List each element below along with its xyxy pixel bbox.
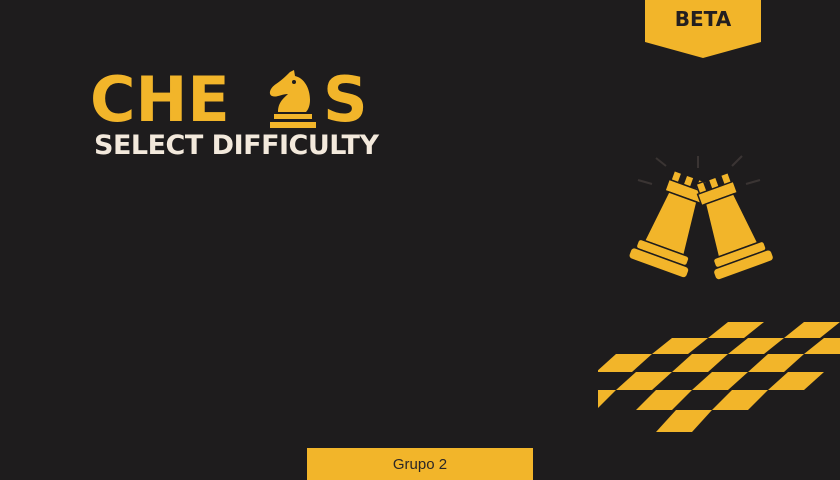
footer-group-tab: Grupo 2: [307, 448, 533, 480]
crossed-rooks-icon: [628, 155, 775, 281]
difficulty-screen: BETA CHE S SELECT DIFFICULTY Grupo 2: [0, 0, 840, 480]
checkerboard-icon: [598, 322, 840, 432]
footer-group-label: Grupo 2: [392, 455, 448, 473]
logo-letters-end: S: [323, 63, 368, 136]
chess-logo: CHE S: [90, 66, 380, 134]
beta-label: BETA: [674, 7, 732, 31]
beta-badge[interactable]: BETA: [645, 0, 761, 58]
select-difficulty-heading: SELECT DIFFICULTY: [94, 130, 379, 161]
logo-letters-start: CHE: [90, 63, 230, 136]
chess-knight-icon: [269, 70, 316, 128]
